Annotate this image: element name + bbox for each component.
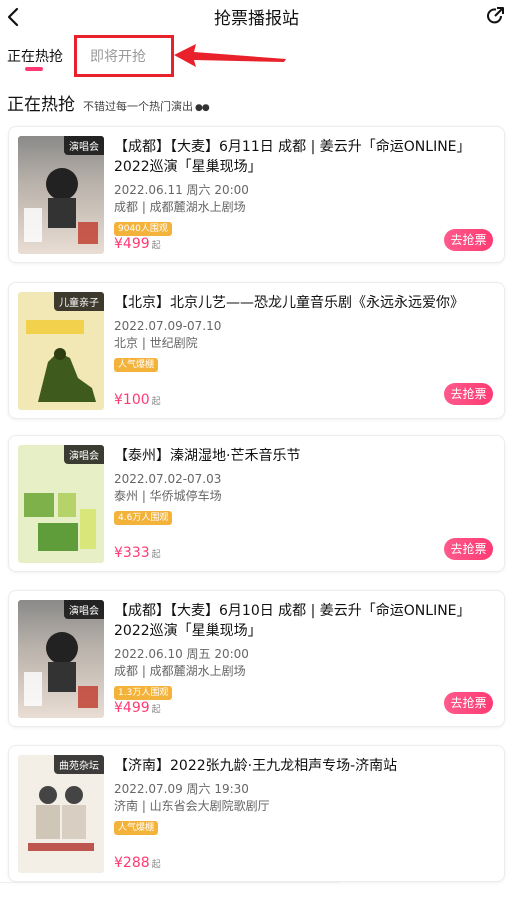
event-info: 【泰州】溱湖湿地·芒禾音乐节 2022.07.02-07.03 泰州 | 华侨城… xyxy=(114,446,494,525)
price-suffix: 起 xyxy=(151,705,161,715)
event-poster: 演唱会 xyxy=(18,445,104,563)
price-value: ¥499 xyxy=(114,700,150,716)
eyes-icon: ●● xyxy=(195,103,210,113)
event-info: 【成都】【大麦】6月10日 成都 | 姜云升「命运ONLINE」2022巡演「星… xyxy=(114,601,494,700)
event-date: 2022.07.09 周六 19:30 xyxy=(114,782,249,796)
event-info: 【成都】【大麦】6月11日 成都 | 姜云升「命运ONLINE」2022巡演「星… xyxy=(114,137,494,236)
event-date: 2022.06.10 周五 20:00 xyxy=(114,647,249,661)
buy-ticket-button[interactable]: 去抢票 xyxy=(444,229,493,251)
event-date: 2022.06.11 周六 20:00 xyxy=(114,183,249,197)
category-tag: 演唱会 xyxy=(64,600,104,619)
annotation-arrow-icon xyxy=(174,44,286,67)
event-venue: 成都 | 成都麓湖水上剧场 xyxy=(114,664,246,678)
price-value: ¥499 xyxy=(114,236,150,252)
top-bar: 抢票播报站 xyxy=(0,0,513,36)
event-date: 2022.07.09-07.10 xyxy=(114,319,222,333)
buy-ticket-button[interactable]: 去抢票 xyxy=(444,538,493,560)
price-value: ¥333 xyxy=(114,545,150,561)
event-price: ¥499 起 xyxy=(114,236,161,252)
section-subtitle: 不错过每一个热门演出 xyxy=(83,100,193,113)
event-poster: 演唱会 xyxy=(18,136,104,254)
event-card[interactable]: 演唱会 【成都】【大麦】6月10日 成都 | 姜云升「命运ONLINE」2022… xyxy=(8,590,505,727)
highlight-box xyxy=(74,35,174,77)
event-venue: 泰州 | 华侨城停车场 xyxy=(114,489,222,503)
event-card[interactable]: 演唱会 【泰州】溱湖湿地·芒禾音乐节 2022.07.02-07.03 泰州 |… xyxy=(8,435,505,572)
event-venue: 北京 | 世纪剧院 xyxy=(114,336,198,350)
event-price: ¥333 起 xyxy=(114,545,161,561)
popularity-badge: 9040人围观 xyxy=(114,222,172,236)
price-suffix: 起 xyxy=(151,241,161,251)
event-title: 【成都】【大麦】6月11日 成都 | 姜云升「命运ONLINE」2022巡演「星… xyxy=(114,139,471,175)
event-title: 【泰州】溱湖湿地·芒禾音乐节 xyxy=(114,448,301,464)
event-price: ¥499 起 xyxy=(114,700,161,716)
event-title: 【成都】【大麦】6月10日 成都 | 姜云升「命运ONLINE」2022巡演「星… xyxy=(114,603,471,639)
event-poster: 曲苑杂坛 xyxy=(18,755,104,873)
category-tag: 演唱会 xyxy=(64,136,104,155)
event-price: ¥288 起 xyxy=(114,855,161,871)
page-title: 抢票播报站 xyxy=(214,9,299,29)
event-title: 【济南】2022张九龄·王九龙相声专场-济南站 xyxy=(114,758,398,774)
buy-ticket-button[interactable]: 去抢票 xyxy=(444,383,493,405)
event-poster: 演唱会 xyxy=(18,600,104,718)
popularity-badge: 4.6万人围观 xyxy=(114,511,173,525)
event-info: 【济南】2022张九龄·王九龙相声专场-济南站 2022.07.09 周六 19… xyxy=(114,756,494,835)
event-price: ¥100 起 xyxy=(114,392,161,408)
category-tag: 儿童亲子 xyxy=(54,292,104,311)
event-card[interactable]: 曲苑杂坛 【济南】2022张九龄·王九龙相声专场-济南站 2022.07.09 … xyxy=(8,745,505,882)
section-header: 正在热抢 不错过每一个热门演出 ●● xyxy=(7,90,210,116)
event-info: 【北京】北京儿艺——恐龙儿童音乐剧《永远永远爱你》 2022.07.09-07.… xyxy=(114,293,494,372)
category-tag: 演唱会 xyxy=(64,445,104,464)
tab-hot-now[interactable]: 正在热抢 xyxy=(7,46,63,66)
event-date: 2022.07.02-07.03 xyxy=(114,472,222,486)
event-card[interactable]: 演唱会 【成都】【大麦】6月11日 成都 | 姜云升「命运ONLINE」2022… xyxy=(8,126,505,263)
event-venue: 成都 | 成都麓湖水上剧场 xyxy=(114,200,246,214)
popularity-badge: 人气爆棚 xyxy=(114,821,159,835)
price-suffix: 起 xyxy=(151,397,161,407)
share-refresh-icon[interactable] xyxy=(485,6,505,26)
event-card[interactable]: 儿童亲子 【北京】北京儿艺——恐龙儿童音乐剧《永远永远爱你》 2022.07.0… xyxy=(8,282,505,419)
popularity-badge: 1.3万人围观 xyxy=(114,686,173,700)
price-value: ¥100 xyxy=(114,392,150,408)
price-suffix: 起 xyxy=(151,550,161,560)
tab-active-indicator xyxy=(25,67,43,71)
buy-ticket-button[interactable]: 去抢票 xyxy=(444,692,493,714)
divider xyxy=(0,882,340,883)
price-value: ¥288 xyxy=(114,855,150,871)
popularity-badge: 人气爆棚 xyxy=(114,358,159,372)
event-poster: 儿童亲子 xyxy=(18,292,104,410)
event-venue: 济南 | 山东省会大剧院歌剧厅 xyxy=(114,799,270,813)
category-tag: 曲苑杂坛 xyxy=(54,755,104,774)
section-title: 正在热抢 xyxy=(7,95,75,115)
price-suffix: 起 xyxy=(151,860,161,870)
event-title: 【北京】北京儿艺——恐龙儿童音乐剧《永远永远爱你》 xyxy=(114,295,464,311)
